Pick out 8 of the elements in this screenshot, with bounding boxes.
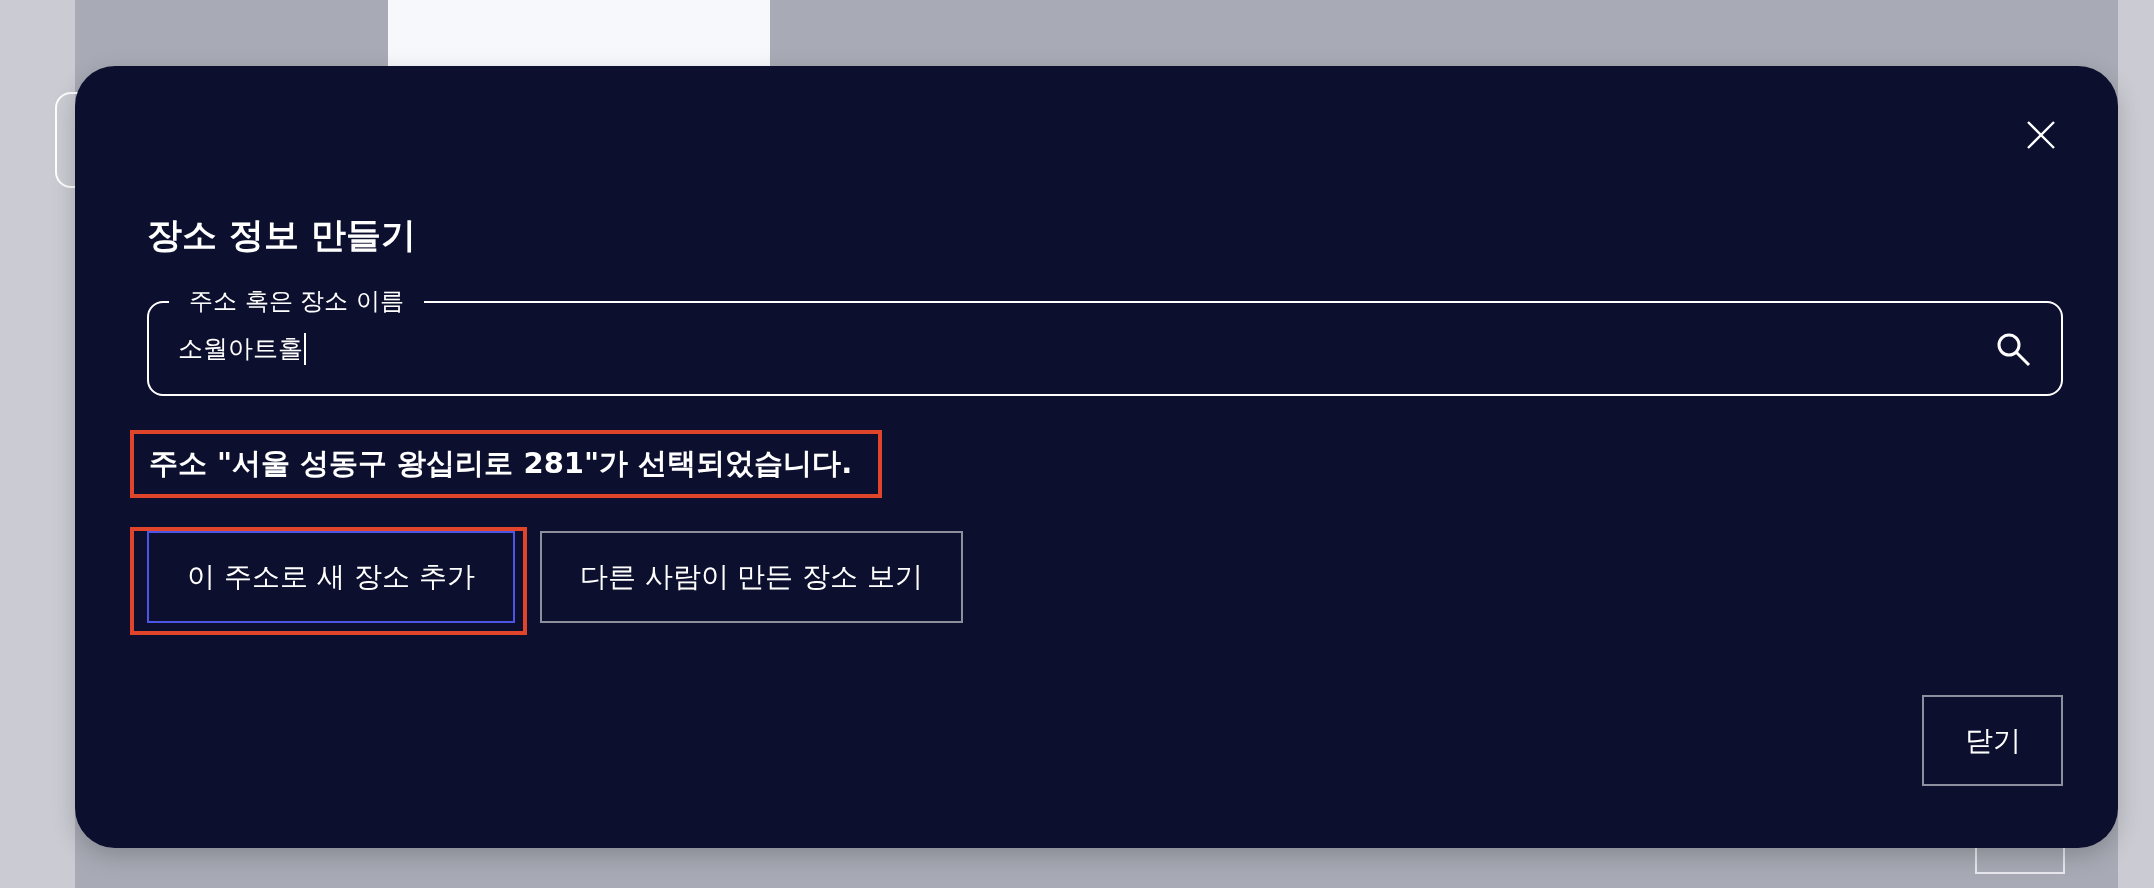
action-button[interactable]: 이 주소로 새 장소 추가 [147,531,515,623]
close-icon[interactable] [2026,120,2056,150]
close-button[interactable]: 닫기 [1922,695,2063,786]
action-button[interactable]: 다른 사람이 만든 장소 보기 [539,531,964,623]
field-value: 소월아트홀 [178,333,303,365]
status-message: 주소 "서울 성동구 왕십리로 281"가 선택되었습니다. [130,430,883,498]
dialog-title: 장소 정보 만들기 [147,214,418,257]
text-cursor [304,332,306,365]
